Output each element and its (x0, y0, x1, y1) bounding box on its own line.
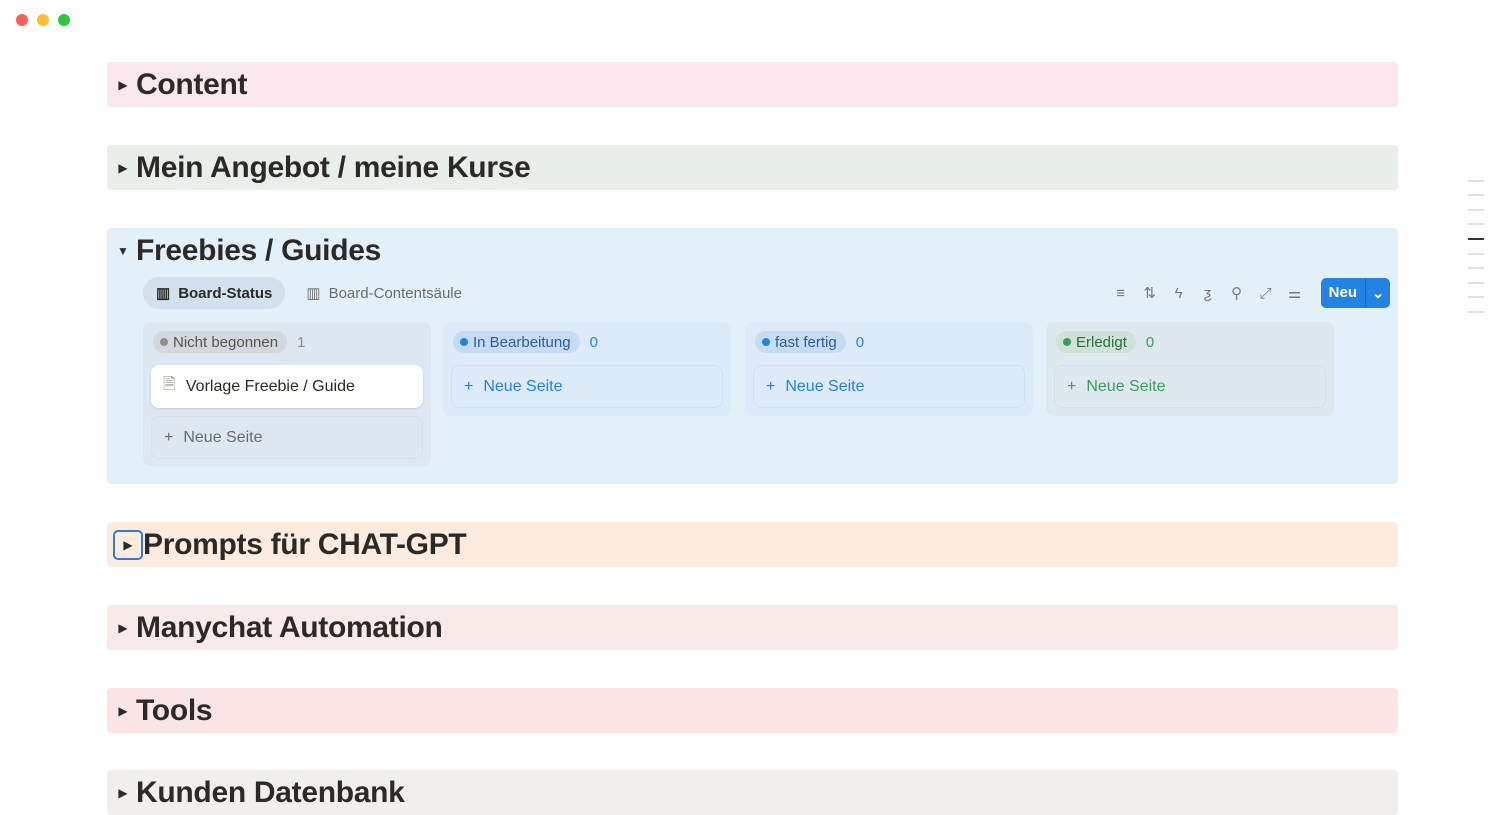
filter-icon[interactable]: ≡ (1112, 285, 1130, 302)
board-view-icon: ▥ (306, 285, 321, 302)
toggle-section-manychat[interactable]: ▶ Manychat Automation (107, 605, 1398, 650)
tab-board-status[interactable]: ▥ Board-Status (143, 277, 286, 309)
section-title: Freebies / Guides (136, 233, 381, 267)
column-count: 0 (855, 333, 865, 351)
column-count: 0 (589, 333, 598, 351)
section-title: Manychat Automation (136, 610, 443, 644)
board-column: Erledigt 0 + Neue Seite (1046, 322, 1334, 416)
board-column: fast fertig 0 + Neue Seite (745, 322, 1033, 416)
collapsed-triangle-icon[interactable]: ▶ (117, 78, 129, 92)
page-icon: 🗎 (163, 376, 176, 393)
tab-label: Board-Status (178, 284, 273, 302)
formula-icon[interactable]: ƺ (1199, 285, 1217, 302)
collapsed-triangle-icon[interactable]: ▶ (117, 161, 129, 175)
plus-icon: + (164, 428, 174, 446)
new-button-label: Neu (1328, 284, 1357, 301)
section-title: Mein Angebot / meine Kurse (136, 150, 531, 184)
zoom-window-button[interactable] (58, 14, 70, 26)
expand-icon[interactable]: ⤢ (1257, 285, 1275, 302)
plus-icon: + (1067, 377, 1077, 395)
section-title: Prompts für CHAT-GPT (143, 527, 467, 561)
search-icon[interactable]: ⚲ (1228, 284, 1246, 302)
plus-icon: + (464, 377, 474, 395)
board-view-icon: ▥ (156, 285, 171, 302)
toggle-section-angebot[interactable]: ▶ Mein Angebot / meine Kurse (107, 145, 1398, 190)
status-badge: Nicht begonnen (153, 331, 288, 353)
status-badge: Erledigt (1056, 331, 1136, 353)
board-toolbar: ≡ ⇅ ϟ ƺ ⚲ ⤢ ⚌ Neu ⌄ (1112, 278, 1390, 308)
close-window-button[interactable] (16, 14, 28, 26)
toggle-section-content[interactable]: ▶ Content (107, 62, 1398, 107)
status-badge: fast fertig (755, 331, 846, 353)
tab-board-contentsaeule[interactable]: ▥ Board-Contentsäule (293, 277, 475, 309)
status-badge: In Bearbeitung (453, 331, 580, 353)
minimize-window-button[interactable] (37, 14, 49, 26)
toggle-section-kunden[interactable]: ▶ Kunden Datenbank (107, 770, 1398, 815)
column-count: 1 (297, 333, 306, 351)
sort-icon[interactable]: ⇅ (1141, 284, 1159, 302)
toggle-section-freebies: ▼ Freebies / Guides ▥ Board-Status ▥ Board-… (107, 228, 1398, 484)
automation-icon[interactable]: ϟ (1170, 285, 1188, 302)
plus-icon: + (766, 377, 776, 395)
toggle-section-prompts[interactable]: ▶ Prompts für CHAT-GPT (107, 522, 1398, 567)
chevron-down-icon[interactable]: ⌄ (1365, 278, 1390, 308)
new-page-button[interactable]: + Neue Seite (1054, 365, 1326, 408)
collapsed-triangle-icon[interactable]: ▶ (117, 704, 129, 718)
collapsed-triangle-icon[interactable]: ▶ (113, 529, 143, 560)
toggle-section-tools[interactable]: ▶ Tools (107, 688, 1398, 733)
window-controls (16, 14, 70, 26)
section-title: Tools (136, 693, 213, 727)
card-title: Vorlage Freebie / Guide (185, 377, 355, 395)
tab-label: Board-Contentsäule (328, 284, 462, 302)
collapsed-triangle-icon[interactable]: ▶ (117, 621, 129, 635)
column-count: 0 (1145, 333, 1155, 351)
section-title: Content (136, 67, 248, 101)
new-page-button[interactable]: + Neue Seite (753, 365, 1025, 408)
board-column: Nicht begonnen 1 🗎 Vorlage Freebie / Guide… (143, 322, 431, 466)
new-button[interactable]: Neu ⌄ (1320, 278, 1390, 308)
expanded-triangle-icon[interactable]: ▼ (117, 244, 129, 258)
settings-icon[interactable]: ⚌ (1286, 284, 1304, 302)
new-page-button[interactable]: + Neue Seite (451, 365, 723, 408)
new-page-button[interactable]: + Neue Seite (151, 416, 423, 459)
board-column: In Bearbeitung 0 + Neue Seite (443, 322, 731, 416)
board-card[interactable]: 🗎 Vorlage Freebie / Guide (151, 365, 423, 408)
collapsed-triangle-icon[interactable]: ▶ (117, 786, 129, 800)
view-tabs: ▥ Board-Status ▥ Board-Contentsäule (143, 277, 475, 309)
section-title: Kunden Datenbank (136, 775, 405, 809)
